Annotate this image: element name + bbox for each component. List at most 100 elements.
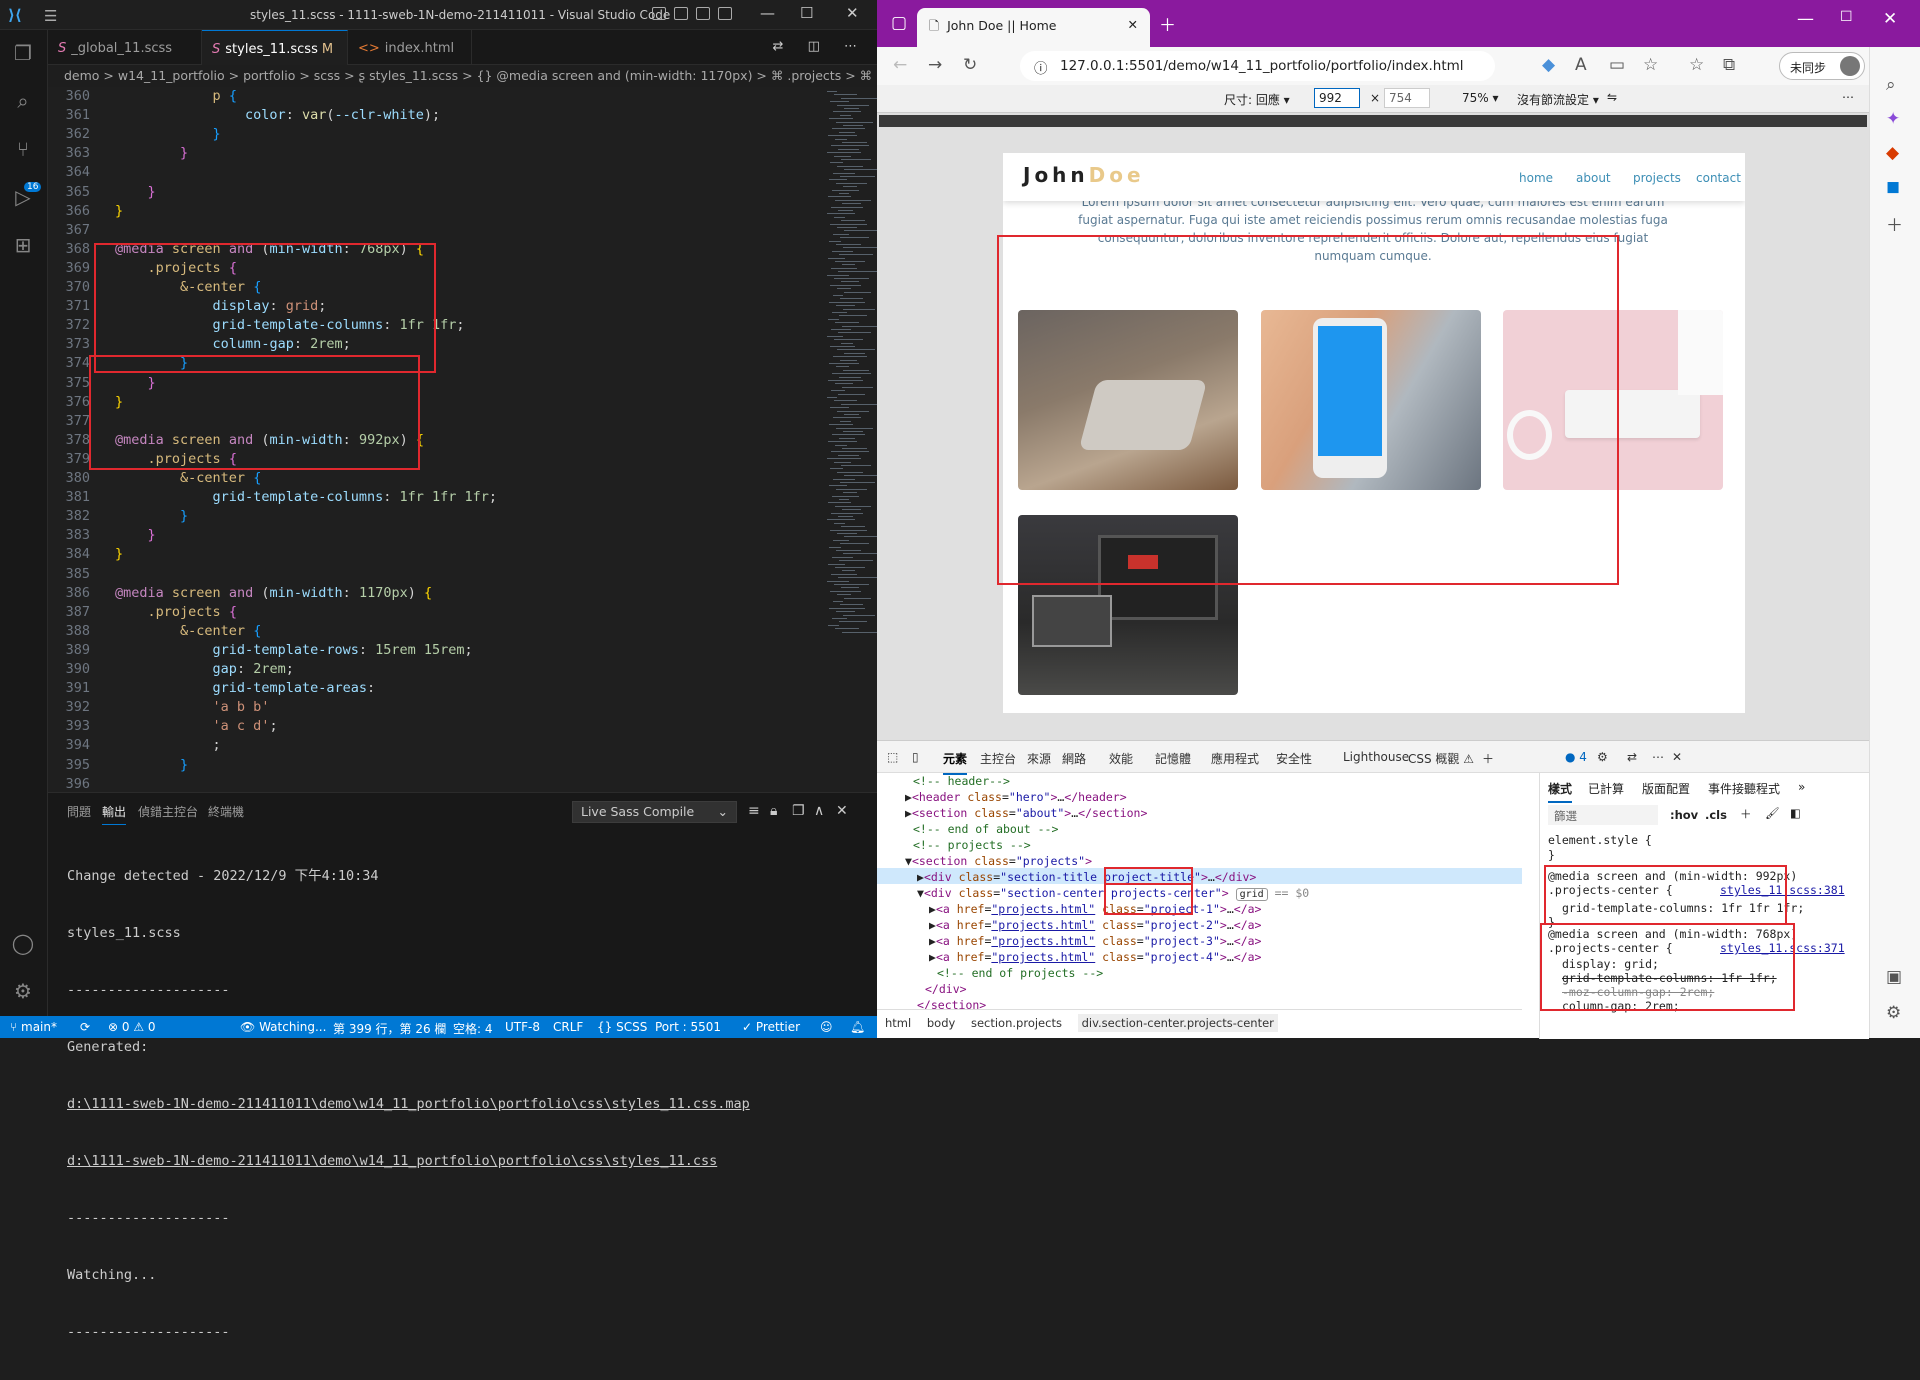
code-line[interactable]: 365 } <box>48 183 808 202</box>
live-server-port[interactable]: Port : 5501 <box>655 1020 721 1034</box>
settings-gear-icon[interactable]: ⚙ <box>10 978 36 1004</box>
customize-layout-icon[interactable] <box>718 7 732 20</box>
refresh-icon[interactable]: ↻ <box>963 55 977 75</box>
eol-status[interactable]: CRLF <box>553 1020 583 1034</box>
rotate-icon[interactable]: ⇋ <box>1607 90 1617 104</box>
maximize-icon[interactable]: ☐ <box>800 4 813 22</box>
crumb-html[interactable]: html <box>885 1016 911 1030</box>
close-icon[interactable]: ✕ <box>846 4 859 22</box>
forward-icon[interactable]: → <box>928 55 942 75</box>
dom-line[interactable]: ▶<a href="projects.html" class="project-… <box>929 949 1261 965</box>
extensions-icon[interactable]: ⊞ <box>10 232 36 258</box>
code-line[interactable]: 364 <box>48 163 808 182</box>
output-channel-select[interactable]: Live Sass Compile ⌄ <box>572 801 737 823</box>
open-editor-icon[interactable]: ❐ <box>792 803 805 819</box>
code-line[interactable]: 381 grid-template-columns: 1fr 1fr 1fr; <box>48 488 808 507</box>
tab-security[interactable]: 安全性 <box>1276 750 1312 767</box>
favorites-icon[interactable]: ☆ <box>1689 55 1704 75</box>
code-line[interactable]: 386 @media screen and (min-width: 1170px)… <box>48 584 808 603</box>
tab-computed[interactable]: 已計算 <box>1588 780 1624 797</box>
encoding-status[interactable]: UTF-8 <box>505 1020 540 1034</box>
new-tab-icon[interactable]: ＋ <box>1159 11 1176 36</box>
output-line[interactable]: d:\1111-sweb-1N-demo-211411011\demo\w14_… <box>67 1095 750 1114</box>
nav-contact[interactable]: contact <box>1696 171 1741 185</box>
maximize-icon[interactable]: ☐ <box>1840 9 1853 25</box>
element-style-rule[interactable]: element.style { <box>1548 833 1652 848</box>
code-line[interactable]: 391 grid-template-areas: <box>48 679 808 698</box>
tab-console[interactable]: 主控台 <box>980 750 1016 767</box>
search-icon[interactable]: ⌕ <box>10 88 36 114</box>
close-icon[interactable]: ✕ <box>1883 9 1897 29</box>
add-favorite-icon[interactable]: ☆ <box>1643 55 1658 75</box>
tab-problems[interactable]: 問題 <box>67 803 91 820</box>
dom-line[interactable]: </div> <box>925 981 967 997</box>
prettier-status[interactable]: ✓ Prettier <box>742 1020 800 1034</box>
source-control-icon[interactable]: ⑂ <box>10 136 36 162</box>
media-query-ruler[interactable] <box>879 115 1867 127</box>
language-status[interactable]: {} SCSS <box>597 1020 647 1034</box>
menu-icon[interactable]: ☰ <box>44 7 57 25</box>
code-line[interactable]: 396 <box>48 775 808 792</box>
account-icon[interactable]: ◯ <box>10 930 36 956</box>
browser-tab[interactable]: 🗋 John Doe || Home ✕ <box>917 8 1150 47</box>
tab-event-listeners[interactable]: 事件接聽程式 <box>1708 780 1780 797</box>
code-line[interactable]: 363 } <box>48 144 808 163</box>
branch-status[interactable]: ⑂ main* <box>10 1020 57 1034</box>
dom-line[interactable]: <!-- end of projects --> <box>937 965 1103 981</box>
code-line[interactable]: 382 } <box>48 507 808 526</box>
dom-line[interactable]: ▶<section class="about">…</section> <box>905 805 1147 821</box>
devtools-settings-icon[interactable]: ⚙ <box>1597 750 1608 764</box>
sidebar-layout-icon[interactable]: ▣ <box>1886 967 1902 987</box>
styles-filter-input[interactable]: 篩選 <box>1548 805 1658 825</box>
dom-line[interactable]: ▶<a href="projects.html" class="project-… <box>929 933 1261 949</box>
more-tabs-icon[interactable]: ＋ <box>1482 750 1494 767</box>
dom-tree[interactable]: <!-- header--> ▶<header class="hero">…</… <box>877 773 1522 1009</box>
profile-button[interactable]: 未同步 <box>1779 52 1865 80</box>
sync-icon[interactable]: ⟳ <box>80 1020 90 1034</box>
crumb-section[interactable]: section.projects <box>971 1016 1062 1030</box>
dom-line[interactable]: </section> <box>917 997 986 1009</box>
code-line[interactable]: 390 gap: 2rem; <box>48 660 808 679</box>
code-line[interactable]: 385 <box>48 565 808 584</box>
back-icon[interactable]: ← <box>893 55 907 75</box>
minimize-icon[interactable]: — <box>760 4 775 22</box>
dom-line[interactable]: <!-- end of about --> <box>913 821 1058 837</box>
crumb-div[interactable]: div.section-center.projects-center <box>1077 1014 1278 1032</box>
lock-icon[interactable]: 🔒︎ <box>770 803 777 819</box>
tab-memory[interactable]: 記憶體 <box>1155 750 1191 767</box>
dom-line[interactable]: ▶<a href="projects.html" class="project-… <box>929 917 1261 933</box>
app-icon[interactable]: ▭ <box>1609 55 1625 75</box>
dom-line[interactable]: <!-- header--> <box>913 773 1010 789</box>
outlook-icon[interactable]: ◼ <box>1886 177 1900 197</box>
dom-line[interactable]: ▶<a href="projects.html" class="project-… <box>929 901 1261 917</box>
dom-line[interactable]: ▶<div class="section-title project-title… <box>917 869 1256 885</box>
code-line[interactable]: 392 'a b b' <box>48 698 808 717</box>
feedback-icon[interactable]: ☺ <box>820 1020 833 1034</box>
clear-output-icon[interactable]: ≡ <box>748 803 760 819</box>
tab-performance[interactable]: 效能 <box>1109 750 1133 767</box>
code-line[interactable]: 383 } <box>48 526 808 545</box>
close-tab-icon[interactable]: ✕ <box>1128 17 1138 32</box>
read-aloud-icon[interactable]: A <box>1575 55 1587 75</box>
tab-network[interactable]: 網路 <box>1062 750 1086 767</box>
code-line[interactable]: 380 &-center { <box>48 469 808 488</box>
code-line[interactable]: 388 &-center { <box>48 622 808 641</box>
breadcrumb[interactable]: demo > w14_11_portfolio > portfolio > sc… <box>48 65 877 87</box>
explorer-icon[interactable]: ❐ <box>10 40 36 66</box>
code-line[interactable]: 384} <box>48 545 808 564</box>
code-line[interactable]: 395 } <box>48 756 808 775</box>
sidebar-settings-icon[interactable]: ⚙ <box>1886 1003 1901 1023</box>
paint-icon[interactable]: 🖌︎ <box>1765 806 1780 820</box>
customize-icon[interactable]: ⇄ <box>1627 750 1637 764</box>
nav-about[interactable]: about <box>1576 171 1611 185</box>
issues-badge[interactable]: ● 4 <box>1565 750 1587 764</box>
tab-terminal[interactable]: 終端機 <box>208 803 244 820</box>
tab-styles-scss[interactable]: Sstyles_11.scss M <box>202 30 348 65</box>
sidebar-toggle-icon[interactable]: ◧ <box>1790 806 1801 820</box>
indent-status[interactable]: 空格: 4 <box>453 1020 493 1037</box>
nav-projects[interactable]: projects <box>1633 171 1681 185</box>
maximize-panel-icon[interactable]: ∧ <box>814 803 824 819</box>
collections-icon[interactable]: ⧉ <box>1723 55 1735 75</box>
cls-toggle[interactable]: .cls <box>1705 808 1727 822</box>
tab-styles[interactable]: 樣式 <box>1548 780 1573 803</box>
